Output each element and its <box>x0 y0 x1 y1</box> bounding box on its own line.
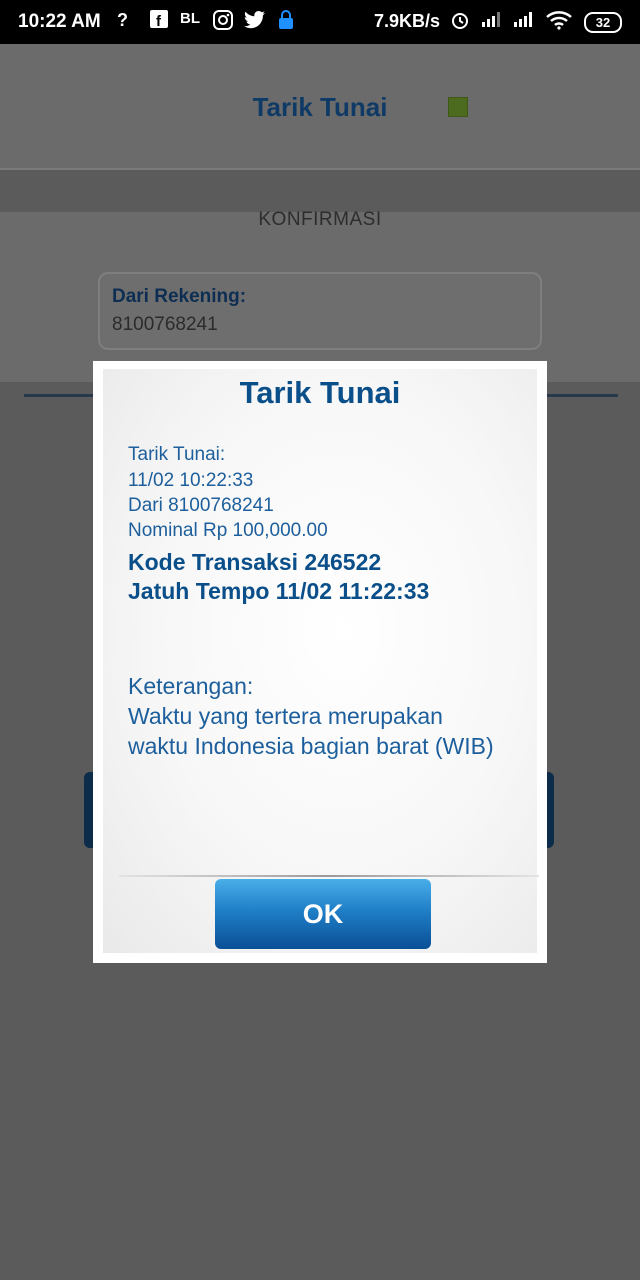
network-speed: 7.9KB/s <box>374 11 441 31</box>
twitter-icon <box>244 10 266 35</box>
wifi-icon <box>546 10 572 35</box>
dialog-separator <box>119 875 539 877</box>
bukalapak-icon: BL <box>180 10 200 27</box>
transaction-code: Kode Transaksi 246522 <box>128 549 382 575</box>
alarm-icon <box>450 10 470 35</box>
dialog-line-amount: Nominal Rp 100,000.00 <box>128 520 328 541</box>
question-wifi-icon: ? <box>117 10 128 30</box>
app-header: Tarik Tunai <box>0 44 640 170</box>
page-title: Tarik Tunai <box>252 92 388 122</box>
ok-button[interactable]: OK <box>215 879 431 949</box>
dialog-line-type: Tarik Tunai: <box>128 444 226 465</box>
battery-indicator: 32 <box>584 12 622 33</box>
confirmation-dialog: Tarik Tunai Tarik Tunai: 11/02 10:22:33 … <box>93 361 547 963</box>
dialog-line-datetime: 11/02 10:22:33 <box>128 470 254 491</box>
lock-icon <box>278 10 294 35</box>
dialog-title: Tarik Tunai <box>239 375 401 410</box>
status-bar: 10:22 AM ? f BL 7.9KB/s 32 <box>0 0 640 44</box>
signal-icon <box>480 10 504 33</box>
instagram-icon <box>213 10 233 35</box>
due-time: Jatuh Tempo 11/02 11:22:33 <box>128 578 430 604</box>
page-subtitle: KONFIRMASI <box>258 209 382 230</box>
from-account-box: Dari Rekening: 8100768241 <box>98 272 542 350</box>
signal-icon-2 <box>512 10 536 33</box>
dialog-line-from: Dari 8100768241 <box>128 495 274 516</box>
facebook-icon: f <box>150 10 168 33</box>
from-account-value: 8100768241 <box>112 314 218 335</box>
status-time: 10:22 AM <box>18 11 101 32</box>
note-label: Keterangan: <box>128 673 254 699</box>
note-line-2: waktu Indonesia bagian barat (WIB) <box>128 733 494 759</box>
from-account-label: Dari Rekening: <box>112 286 247 307</box>
note-line-1: Waktu yang tertera merupakan <box>128 703 443 729</box>
dialog-body: Tarik Tunai Tarik Tunai: 11/02 10:22:33 … <box>103 369 539 953</box>
status-indicator <box>448 97 468 117</box>
